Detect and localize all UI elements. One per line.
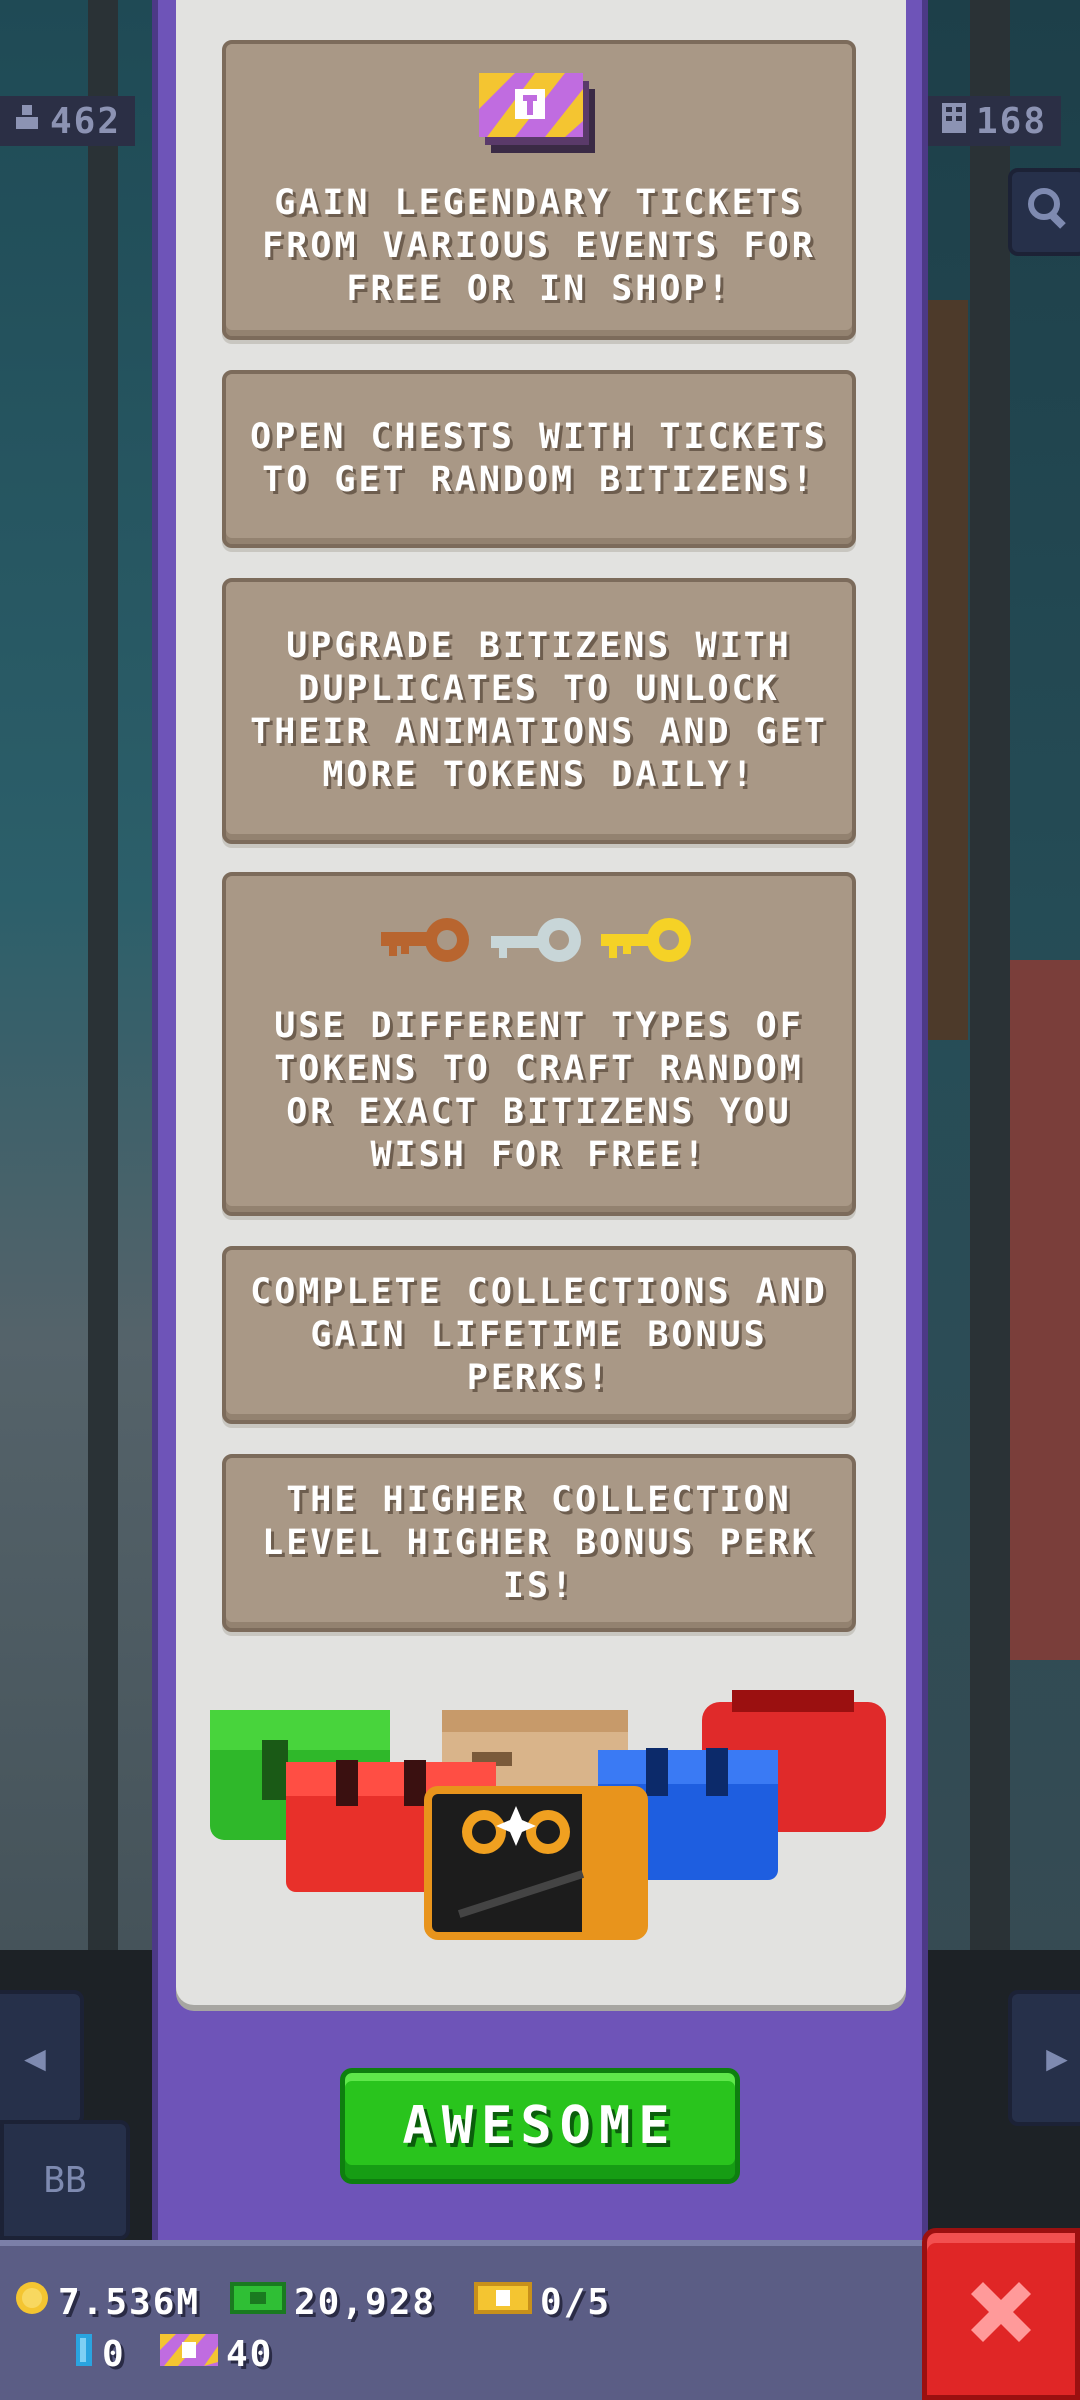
tip-card-collections: COMPLETE COLLECTIONS AND GAIN LIFETIME B… (222, 1246, 856, 1424)
blue-gem-icon (74, 2332, 94, 2377)
next-floor-button[interactable]: ▶ (1008, 1990, 1080, 2126)
tip-card-upgrade: UPGRADE BITIZENS WITH DUPLICATES TO UNLO… (222, 578, 856, 844)
bronze-key-icon (381, 912, 477, 987)
tip-card-collection-level: THE HIGHER COLLECTION LEVEL HIGHER BONUS… (222, 1454, 856, 1632)
tip-text: USE DIFFERENT TYPES OF TOKENS TO CRAFT R… (274, 1005, 804, 1175)
arrow-left-icon: ◀ (24, 2037, 46, 2079)
background-left (0, 0, 155, 2240)
search-button[interactable] (1008, 168, 1080, 256)
blue-counter: 0 (74, 2332, 126, 2377)
building-floors (1010, 960, 1080, 1660)
tip-card-tokens: USE DIFFERENT TYPES OF TOKENS TO CRAFT R… (222, 872, 856, 1216)
ticket-stack-icon (475, 69, 603, 172)
arrow-right-icon: ▶ (1046, 2037, 1068, 2079)
tip-text: THE HIGHER COLLECTION LEVEL HIGHER BONUS… (262, 1479, 816, 1606)
tip-text: UPGRADE BITIZENS WITH DUPLICATES TO UNLO… (250, 626, 828, 795)
golden-tickets-counter: 0/5 (474, 2280, 611, 2325)
close-icon (963, 2274, 1039, 2354)
bux-icon (230, 2280, 286, 2325)
close-button[interactable] (922, 2228, 1080, 2400)
golden-ticket-icon (474, 2280, 532, 2325)
building-pillar (88, 0, 118, 1960)
bux-counter: 20,928 (230, 2280, 436, 2325)
building-pillar (970, 0, 1010, 1960)
floors-stat: 168 (928, 96, 1062, 146)
coin-icon (14, 2280, 50, 2325)
population-stat: 462 (0, 96, 136, 146)
legendary-ticket-icon (160, 2332, 218, 2377)
awesome-button[interactable]: AWESOME (340, 2068, 740, 2184)
tip-text: COMPLETE COLLECTIONS AND GAIN LIFETIME B… (250, 1271, 828, 1398)
person-icon (14, 101, 40, 142)
building-floors (928, 300, 968, 1040)
tip-text: GAIN LEGENDARY TICKETS FROM VARIOUS EVEN… (262, 183, 816, 309)
magnifier-icon (1026, 186, 1070, 239)
building-icon (942, 101, 966, 142)
tip-card-chests: OPEN CHESTS WITH TICKETS TO GET RANDOM B… (222, 370, 856, 548)
coins-counter: 7.536M (14, 2280, 200, 2325)
bb-button[interactable]: BB (0, 2120, 130, 2240)
tip-card-tickets: GAIN LEGENDARY TICKETS FROM VARIOUS EVEN… (222, 40, 856, 340)
chests-illustration (206, 1690, 890, 1940)
legendary-tickets-counter: 40 (160, 2332, 273, 2377)
prev-floor-button[interactable]: ◀ (0, 1990, 84, 2126)
silver-key-icon (491, 912, 587, 987)
tip-text: OPEN CHESTS WITH TICKETS TO GET RANDOM B… (250, 417, 828, 500)
gold-key-icon (601, 912, 697, 987)
